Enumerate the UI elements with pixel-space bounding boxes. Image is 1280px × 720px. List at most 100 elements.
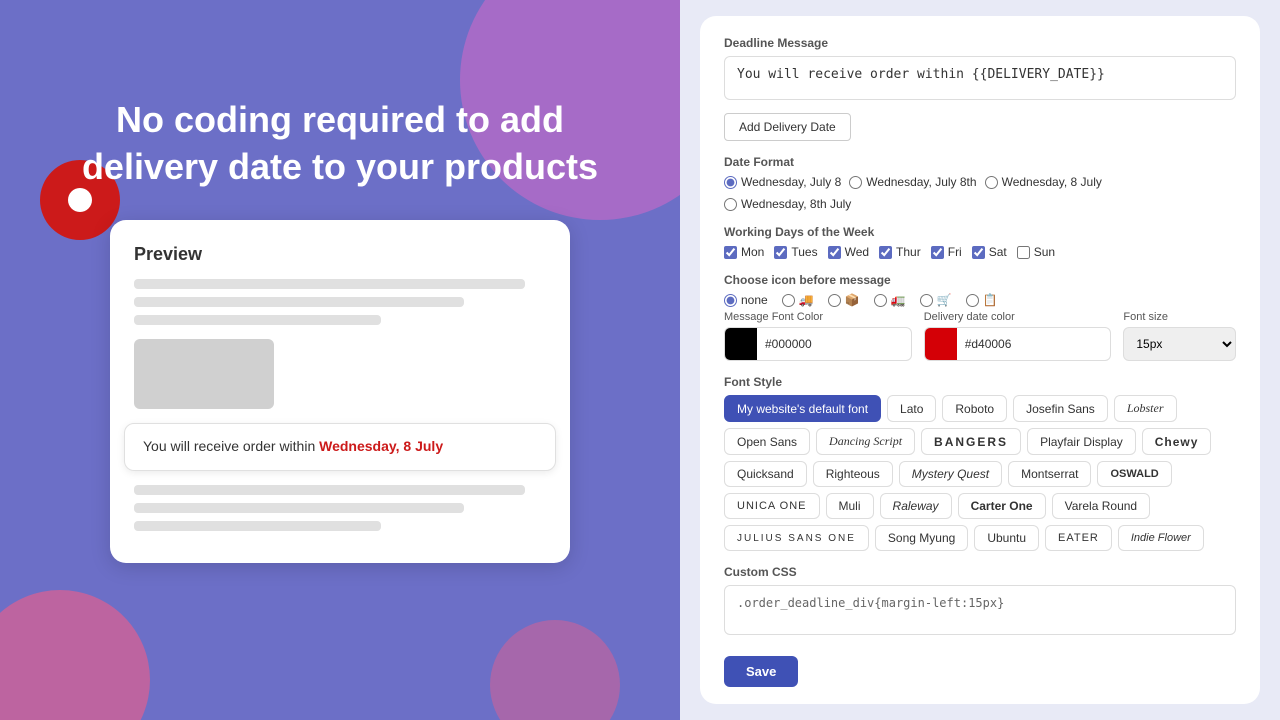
icon-radio-truck2[interactable] xyxy=(874,294,887,307)
font-btn-dancing[interactable]: Dancing Script xyxy=(816,428,915,455)
main-headline: No coding required to add delivery date … xyxy=(80,97,600,191)
date-format-label: Date Format xyxy=(724,155,1236,169)
icon-none-label: none xyxy=(741,293,768,307)
icon-box-emoji: 📦 xyxy=(845,293,860,307)
day-mon[interactable]: Mon xyxy=(724,245,764,259)
day-thur[interactable]: Thur xyxy=(879,245,921,259)
font-btn-quicksand[interactable]: Quicksand xyxy=(724,461,807,487)
preview-lines xyxy=(134,279,546,325)
checkbox-sun[interactable] xyxy=(1017,246,1030,259)
preview-message-highlight: Wednesday, 8 July xyxy=(319,438,443,454)
date-format-option-3[interactable]: Wednesday, 8 July xyxy=(985,175,1102,189)
font-btn-default[interactable]: My website's default font xyxy=(724,395,881,422)
font-btn-raleway[interactable]: Raleway xyxy=(880,493,952,519)
icon-clipboard[interactable]: 📋 xyxy=(966,293,998,307)
checkbox-mon[interactable] xyxy=(724,246,737,259)
color-font-row: Message Font Color Delivery date color F… xyxy=(724,311,1236,361)
add-delivery-date-button[interactable]: Add Delivery Date xyxy=(724,113,851,141)
checkbox-fri[interactable] xyxy=(931,246,944,259)
date-format-radio-2[interactable] xyxy=(849,176,862,189)
working-days-group: Mon Tues Wed Thur Fri Sat Sun xyxy=(724,245,1236,259)
icon-radio-group: none 🚚 📦 🚛 🛒 📋 xyxy=(724,293,1236,307)
date-format-label-1: Wednesday, July 8 xyxy=(741,175,841,189)
delivery-date-color-hex[interactable] xyxy=(957,337,1111,351)
icon-cart[interactable]: 🛒 xyxy=(920,293,952,307)
icon-truck2-emoji: 🚛 xyxy=(891,293,906,307)
date-format-option-2[interactable]: Wednesday, July 8th xyxy=(849,175,976,189)
custom-css-label: Custom CSS xyxy=(724,565,1236,579)
checkbox-sat[interactable] xyxy=(972,246,985,259)
icon-truck-emoji: 🚚 xyxy=(799,293,814,307)
delivery-date-color-input-row xyxy=(924,327,1112,361)
font-btn-unica[interactable]: UNICA ONE xyxy=(724,493,820,519)
font-btn-oswald[interactable]: Oswald xyxy=(1097,461,1171,487)
checkbox-wed[interactable] xyxy=(828,246,841,259)
font-btn-montserrat[interactable]: Montserrat xyxy=(1008,461,1091,487)
font-btn-ubuntu[interactable]: Ubuntu xyxy=(974,525,1039,551)
record-inner-dot xyxy=(68,188,92,212)
right-panel: Deadline Message .order_deadline_div{mar… xyxy=(680,0,1280,720)
day-sat[interactable]: Sat xyxy=(972,245,1007,259)
checkbox-tues[interactable] xyxy=(774,246,787,259)
day-fri[interactable]: Fri xyxy=(931,245,962,259)
date-format-label-4: Wednesday, 8th July xyxy=(741,197,851,211)
icon-none[interactable]: none xyxy=(724,293,768,307)
font-btn-lobster[interactable]: Lobster xyxy=(1114,395,1177,422)
font-btn-indie[interactable]: Indie Flower xyxy=(1118,525,1204,551)
date-format-group: Wednesday, July 8 Wednesday, July 8th We… xyxy=(724,175,1236,211)
date-format-label-2: Wednesday, July 8th xyxy=(866,175,976,189)
font-btn-varela[interactable]: Varela Round xyxy=(1052,493,1151,519)
date-format-radio-4[interactable] xyxy=(724,198,737,211)
preview-bottom-line-3 xyxy=(134,521,381,531)
font-btn-chewy[interactable]: Chewy xyxy=(1142,428,1212,455)
font-size-select[interactable]: 15px 12px 14px 16px 18px 20px xyxy=(1123,327,1236,361)
icon-radio-box[interactable] xyxy=(828,294,841,307)
font-btn-playfair[interactable]: Playfair Display xyxy=(1027,428,1136,455)
font-btn-eater[interactable]: EATER xyxy=(1045,525,1112,551)
icon-box[interactable]: 📦 xyxy=(828,293,860,307)
icon-truck2[interactable]: 🚛 xyxy=(874,293,906,307)
font-btn-carter[interactable]: Carter One xyxy=(958,493,1046,519)
icon-radio-truck[interactable] xyxy=(782,294,795,307)
message-font-color-sublabel: Message Font Color xyxy=(724,311,912,323)
font-btn-julius[interactable]: JULIUS SANS ONE xyxy=(724,525,869,551)
settings-card: Deadline Message .order_deadline_div{mar… xyxy=(700,16,1260,704)
font-btn-bangers[interactable]: BANGERS xyxy=(921,428,1021,455)
icon-radio-clipboard[interactable] xyxy=(966,294,979,307)
font-style-label: Font Style xyxy=(724,375,1236,389)
font-btn-song[interactable]: Song Myung xyxy=(875,525,968,551)
preview-image-placeholder xyxy=(134,339,274,409)
decorative-circle-bottom-left xyxy=(0,590,150,720)
font-btn-josefin[interactable]: Josefin Sans xyxy=(1013,395,1108,422)
deadline-message-input[interactable]: .order_deadline_div{margin-left:15px} xyxy=(724,56,1236,100)
icon-radio-cart[interactable] xyxy=(920,294,933,307)
checkbox-thur[interactable] xyxy=(879,246,892,259)
font-btn-righteous[interactable]: Righteous xyxy=(813,461,893,487)
preview-line-2 xyxy=(134,297,464,307)
font-btn-opensans[interactable]: Open Sans xyxy=(724,428,810,455)
font-btn-mystery[interactable]: Mystery Quest xyxy=(899,461,1002,487)
font-btn-lato[interactable]: Lato xyxy=(887,395,936,422)
font-btn-muli[interactable]: Muli xyxy=(826,493,874,519)
day-wed[interactable]: Wed xyxy=(828,245,869,259)
icon-truck[interactable]: 🚚 xyxy=(782,293,814,307)
date-format-radio-1[interactable] xyxy=(724,176,737,189)
working-days-label: Working Days of the Week xyxy=(724,225,1236,239)
font-btn-roboto[interactable]: Roboto xyxy=(942,395,1007,422)
icon-cart-emoji: 🛒 xyxy=(937,293,952,307)
date-format-option-1[interactable]: Wednesday, July 8 xyxy=(724,175,841,189)
custom-css-input[interactable]: .order_deadline_div{margin-left:15px} xyxy=(724,585,1236,635)
day-sun[interactable]: Sun xyxy=(1017,245,1055,259)
date-format-option-4[interactable]: Wednesday, 8th July xyxy=(724,197,851,211)
message-font-color-input-row xyxy=(724,327,912,361)
date-format-radio-3[interactable] xyxy=(985,176,998,189)
message-font-color-swatch xyxy=(725,328,757,360)
preview-message-box: You will receive order within Wednesday,… xyxy=(124,423,556,471)
preview-message-text: You will receive order within Wednesday,… xyxy=(143,438,443,454)
preview-title: Preview xyxy=(134,244,546,265)
message-font-color-hex[interactable] xyxy=(757,337,911,351)
save-button[interactable]: Save xyxy=(724,656,798,687)
day-tues[interactable]: Tues xyxy=(774,245,817,259)
preview-line-1 xyxy=(134,279,525,289)
icon-radio-none[interactable] xyxy=(724,294,737,307)
